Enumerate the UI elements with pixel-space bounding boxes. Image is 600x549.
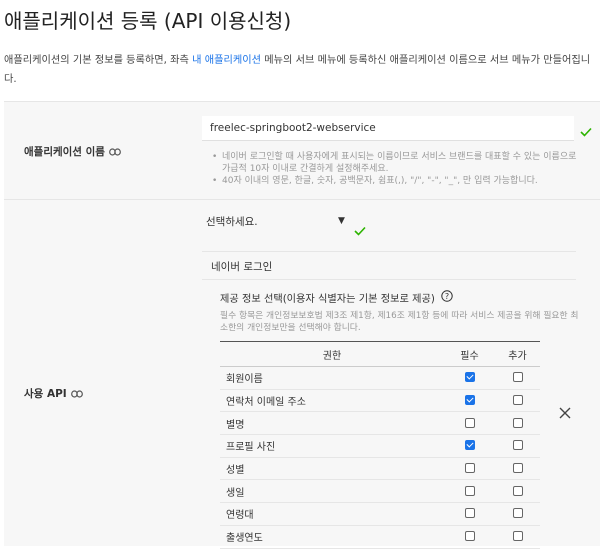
required-checkbox[interactable]	[464, 463, 475, 474]
svg-text:?: ?	[445, 292, 449, 301]
table-row: 성별	[220, 457, 540, 481]
permission-name: 회원이름	[220, 366, 444, 390]
extra-checkbox[interactable]	[512, 417, 523, 428]
permission-name: 별명	[220, 411, 444, 436]
table-row: 회원이름	[220, 366, 540, 390]
extra-checkbox[interactable]	[512, 372, 523, 383]
api-label: 사용 API	[24, 386, 83, 401]
extra-checkbox[interactable]	[512, 531, 523, 542]
extra-checkbox[interactable]	[512, 440, 523, 451]
permission-name: 생일	[220, 479, 444, 504]
permission-name: 연락처 이메일 주소	[220, 389, 444, 413]
valid-check-icon	[354, 221, 366, 240]
column-header: 권한	[220, 341, 444, 367]
section-divider	[202, 279, 576, 280]
table-row: 생일	[220, 479, 540, 504]
permission-name: 프로필 사진	[220, 434, 444, 458]
required-checkbox[interactable]	[464, 417, 475, 428]
table-row: 연락처 이메일 주소	[220, 389, 540, 413]
required-checkbox[interactable]	[464, 508, 475, 519]
app-name-input[interactable]: freelec-springboot2-webservice	[202, 116, 574, 141]
help-icon[interactable]: ?	[441, 290, 453, 305]
my-applications-link[interactable]: 내 애플리케이션	[192, 55, 261, 66]
required-checkbox[interactable]	[464, 440, 475, 451]
required-checkbox[interactable]	[464, 395, 475, 406]
required-checkbox[interactable]	[464, 485, 475, 496]
hint-item: 네이버 로그인할 때 사용자에게 표시되는 이름이므로 서비스 브랜드를 대표할…	[212, 151, 578, 175]
extra-checkbox[interactable]	[512, 395, 523, 406]
required-checkbox[interactable]	[464, 372, 475, 383]
dropdown-arrow-icon: ▼	[338, 216, 345, 226]
permission-name: 출생연도	[220, 525, 444, 549]
extra-checkbox[interactable]	[512, 485, 523, 496]
required-checkbox[interactable]	[464, 531, 475, 542]
scope-title: 제공 정보 선택(이용자 식별자는 기본 정보로 제공) ?	[220, 290, 453, 305]
page-description: 애플리케이션의 기본 정보를 등록하면, 좌측 내 애플리케이션 메뉴의 서브 …	[4, 55, 591, 85]
extra-checkbox[interactable]	[512, 463, 523, 474]
column-header: 추가	[495, 341, 540, 367]
section-divider	[202, 251, 576, 252]
page-title: 애플리케이션 등록 (API 이용신청)	[4, 9, 292, 33]
table-row: 출생연도	[220, 525, 540, 549]
permission-name: 성별	[220, 457, 444, 481]
hint-item: 40자 이내의 영문, 한글, 숫자, 공백문자, 쉼표(,), "/", "-…	[212, 175, 578, 187]
link-icon	[70, 389, 83, 398]
scope-note: 필수 항목은 개인정보보호법 제3조 제1항, 제16조 제1항 등에 따라 서…	[220, 311, 579, 333]
column-header: 필수	[444, 341, 495, 367]
app-name-hints: 네이버 로그인할 때 사용자에게 표시되는 이름이므로 서비스 브랜드를 대표할…	[212, 151, 578, 187]
table-row: 별명	[220, 411, 540, 436]
link-icon	[109, 147, 121, 156]
table-row: 프로필 사진	[220, 434, 540, 458]
valid-check-icon	[580, 122, 592, 141]
table-row: 연령대	[220, 502, 540, 526]
permission-table: 권한 필수 추가 회원이름 연락처 이메일 주소 별명 프로필 사진 성별 생일 연령대 출생…	[220, 341, 540, 549]
extra-checkbox[interactable]	[512, 508, 523, 519]
close-icon[interactable]	[558, 405, 572, 424]
app-name-label: 애플리케이션 이름	[24, 144, 121, 159]
api-select[interactable]: 선택하세요. ▼	[206, 214, 345, 229]
selected-api-title: 네이버 로그인	[211, 261, 273, 273]
permission-name: 연령대	[220, 502, 444, 526]
